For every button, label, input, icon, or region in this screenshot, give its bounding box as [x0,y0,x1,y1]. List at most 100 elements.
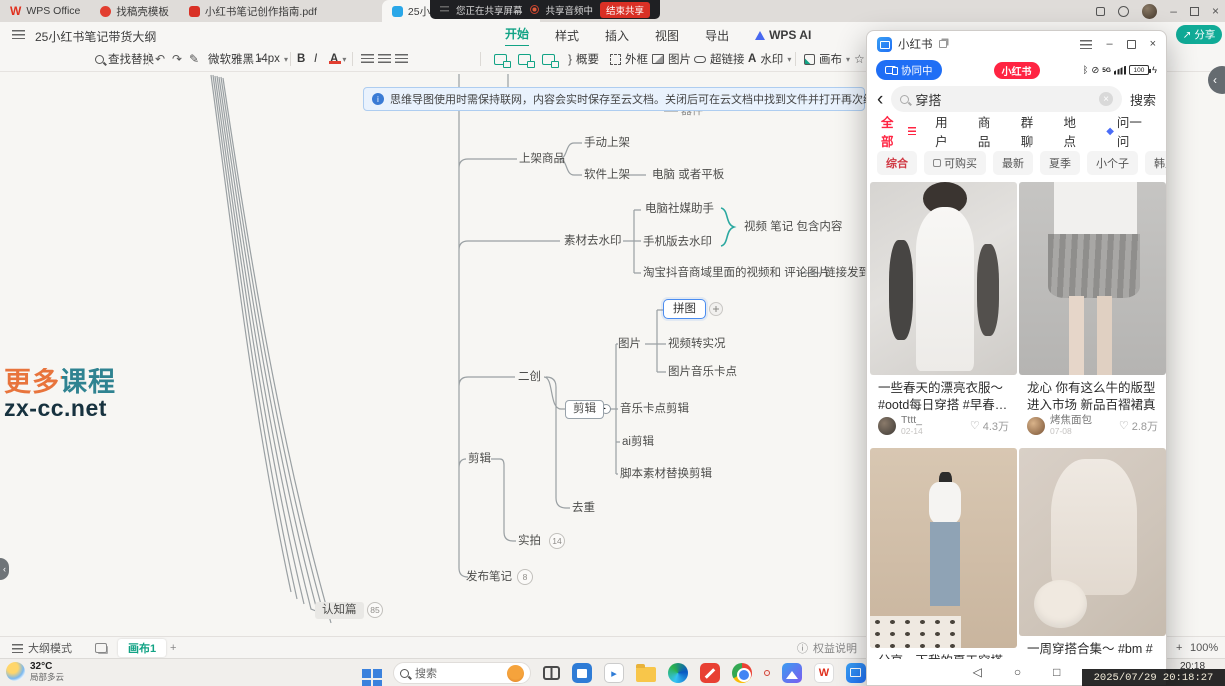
chip-petite[interactable]: 小个子 [1087,151,1138,175]
nav-back-button[interactable]: ◁ [973,665,982,679]
zoom-in-button[interactable]: + [1176,637,1182,659]
redo-button[interactable]: ↷ [172,46,182,72]
mindmap-node-software-list[interactable]: 软件上架 [584,167,630,183]
font-family-select[interactable]: 微软雅黑▾ [208,46,262,72]
phone-menu-icon[interactable] [1080,40,1092,49]
mindmap-node-link-send[interactable]: 链接发到 [824,265,870,281]
photos-icon[interactable] [782,663,802,683]
insert-parent-topic-button[interactable] [542,46,555,72]
outer-frame-button[interactable]: 外框 [610,46,648,72]
mindmap-node-manual-list[interactable]: 手动上架 [584,135,630,151]
undo-button[interactable]: ↶ [155,46,165,72]
tab-pdf-guide[interactable]: 小红书笔记创作指南.pdf [179,0,327,22]
wps-icon[interactable]: W [814,663,834,683]
mindmap-node-image-music-beat[interactable]: 图片音乐卡点 [668,364,737,380]
rights-info[interactable]: ⓘ权益说明 [797,637,857,659]
edge-browser-icon[interactable] [668,663,688,683]
mindmap-node-remove-watermark[interactable]: 素材去水印 [564,233,622,249]
outline-mode-button[interactable]: 大纲模式 [12,637,72,659]
mindmap-node-dedupe[interactable]: 去重 [572,500,595,516]
tab-groups[interactable]: 群聊 [1021,112,1045,150]
account-avatar[interactable] [1142,4,1157,19]
note-card[interactable]: 一些春天的漂亮衣服～ #ootd每日穿搭 #早春… Tttt_02-14 ♡4.… [870,182,1017,438]
maximize-button[interactable] [1190,7,1199,16]
phone-close-button[interactable]: × [1150,38,1156,50]
like-count[interactable]: ♡4.3万 [970,418,1009,434]
insert-image-button[interactable]: 图片 [652,46,691,72]
mindmap-node-music-beat-edit[interactable]: 音乐卡点剪辑 [620,401,689,417]
stop-share-button[interactable]: 结束共享 [600,2,650,18]
close-button[interactable]: × [1212,4,1219,18]
canvas-button[interactable]: 画布▾ [804,46,850,72]
menu-home[interactable]: 开始 [505,22,529,48]
note-card[interactable]: 分享一下我的夏天穿搭合 [870,448,1017,668]
note-card[interactable]: 一周穿搭合集～ #bm #春季穿搭 #每日穿搭 #日… [1019,448,1166,672]
layers-button[interactable] [95,637,107,659]
add-canvas-button[interactable]: + [170,637,176,659]
align-center-button[interactable] [378,46,391,72]
chip-comprehensive[interactable]: 综合 [877,151,917,175]
red-app-icon[interactable] [700,663,720,683]
mindmap-count-badge[interactable]: 8 [517,569,533,585]
font-size-select[interactable]: 14px▾ [255,46,288,72]
mindmap-node-publish-note[interactable]: 发布笔记 [466,569,512,585]
media-player-icon[interactable]: ▸ [604,663,624,683]
layout-icon[interactable] [1096,7,1105,16]
favorite-star-button[interactable]: ☆ [854,46,865,72]
mindmap-node-video-note-content[interactable]: 视频 笔记 包含内容 [744,219,842,235]
tab-users[interactable]: 用户 [935,112,959,150]
mindmap-count-badge[interactable]: 85 [367,602,383,618]
back-icon[interactable]: ‹ [877,90,883,109]
mindmap-node-video-to-live[interactable]: 视频转实况 [668,336,726,352]
tab-all[interactable]: 全部 [881,112,916,150]
chip-korean-style[interactable]: 韩里韩气 [1145,151,1167,175]
menu-wps-ai[interactable]: WPS AI [755,22,811,48]
chip-summer[interactable]: 夏季 [1040,151,1080,175]
phone-minimize-button[interactable]: – [1106,38,1112,50]
wechat-active-highlight[interactable] [764,670,770,676]
menu-style[interactable]: 样式 [555,22,579,48]
collab-mode-pill[interactable]: 协同中 [876,60,942,80]
duplicate-window-icon[interactable] [939,40,947,48]
search-submit-button[interactable]: 搜索 [1130,90,1156,109]
mindmap-node-collage-selected[interactable]: 拼图 [663,299,706,319]
tab-wps-office[interactable]: W WPS Office [0,0,90,22]
align-left-button[interactable] [361,46,374,72]
minimize-button[interactable]: – [1170,4,1177,18]
main-menu-icon[interactable] [12,30,25,39]
chip-newest[interactable]: 最新 [993,151,1033,175]
tab-ask[interactable]: ◆问一问 [1106,112,1152,150]
phone-mirror-icon[interactable] [846,663,866,683]
menu-view[interactable]: 视图 [655,22,679,48]
chip-buyable[interactable]: 可购买 [924,151,986,175]
summary-button[interactable]: }概要 [568,46,599,72]
share-button[interactable]: ↗ 分享 [1176,25,1222,44]
clear-search-icon[interactable]: × [1099,92,1113,106]
author-avatar[interactable] [878,417,896,435]
hyperlink-button[interactable]: 超链接 [694,46,745,72]
author-name[interactable]: 烤焦面包 [1050,415,1092,426]
align-right-button[interactable] [395,46,408,72]
italic-button[interactable]: I [314,46,317,72]
tab-template[interactable]: 找稿壳模板 [90,0,179,22]
mindmap-node-cognition[interactable]: 认知篇 [315,602,364,619]
nav-home-button[interactable]: ○ [1014,665,1021,679]
mindmap-node-edit-box[interactable]: 剪辑 [565,400,604,419]
globe-icon[interactable] [1118,6,1129,17]
note-card[interactable]: 龙心 你有这么牛的版型进入市场 新品百褶裙真的… 烤焦面包07-08 ♡2.8万 [1019,182,1166,438]
chrome-icon[interactable] [732,663,752,683]
mindmap-node-image[interactable]: 图片 [618,336,641,352]
left-panel-handle[interactable]: ‹ [0,558,9,580]
menu-insert[interactable]: 插入 [605,22,629,48]
mindmap-node-real-shoot[interactable]: 实拍 [518,533,541,549]
nav-recents-button[interactable]: □ [1053,665,1060,679]
author-avatar[interactable] [1027,417,1045,435]
mindmap-node-mobile-remove[interactable]: 手机版去水印 [643,234,712,250]
canvas-tab[interactable]: 画布1 [118,637,166,659]
bold-button[interactable]: B [297,46,305,72]
insert-topic-button[interactable] [494,46,507,72]
watermark-button[interactable]: A水印▾ [748,46,791,72]
taskbar-search[interactable]: 搜索 [393,662,531,684]
tab-goods[interactable]: 商品 [978,112,1002,150]
like-count[interactable]: ♡2.8万 [1119,418,1158,434]
